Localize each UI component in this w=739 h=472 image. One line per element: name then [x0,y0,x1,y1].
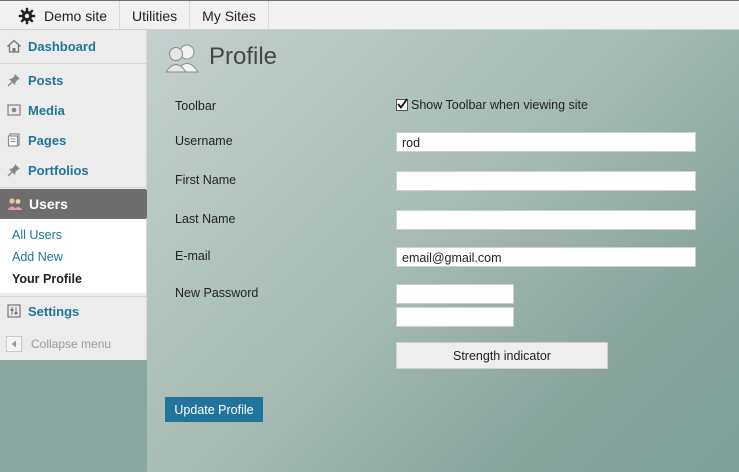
sidebar-item-settings[interactable]: Settings [0,296,146,325]
submenu-your-profile[interactable]: Your Profile [12,272,82,286]
collapse-menu-button[interactable]: Collapse menu [0,327,146,360]
confirm-password-field[interactable] [396,307,514,327]
last-name-label: Last Name [175,212,236,226]
email-field[interactable]: email@gmail.com [396,247,696,267]
users-icon [7,197,23,211]
page-title: Profile [209,43,278,70]
sidebar-item-media[interactable]: Media [0,97,146,123]
toolbar-checkbox[interactable] [396,98,408,111]
menu-separator [0,187,146,188]
last-name-field[interactable] [396,210,696,230]
menu-separator [0,63,146,64]
sidebar-item-label: Users [29,196,68,212]
new-password-label: New Password [175,286,259,300]
submenu-add-new[interactable]: Add New [12,250,63,264]
collapse-arrow-icon [6,335,22,352]
admin-bar: Demo site Utilities My Sites [0,0,739,30]
submenu-all-users[interactable]: All Users [12,228,62,242]
username-label: Username [175,134,233,148]
gear-icon [18,7,36,25]
strength-indicator: Strength indicator [396,342,608,369]
admin-bar-site[interactable]: Demo site [0,1,121,30]
sidebar-item-label: Pages [28,132,67,148]
admin-bar-utilities[interactable]: Utilities [120,1,191,30]
users-submenu: All Users Add New Your Profile [0,219,146,293]
toolbar-checkbox-label[interactable]: Show Toolbar when viewing site [411,98,588,112]
first-name-label: First Name [175,173,237,187]
sidebar-item-label: Settings [28,303,80,319]
sidebar-item-label: Posts [28,72,64,88]
sidebar-item-dashboard[interactable]: Dashboard [0,32,146,60]
sidebar-item-posts[interactable]: Posts [0,67,146,93]
first-name-field[interactable] [396,171,696,191]
admin-bar-my-sites[interactable]: My Sites [190,1,269,30]
profile-icon [165,43,199,73]
settings-icon [7,304,21,318]
main-content: Profile Toolbar Show Toolbar when viewin… [147,30,739,472]
collapse-label: Collapse menu [31,336,112,351]
dashboard-icon [6,39,22,53]
username-field[interactable]: rod [396,132,696,152]
media-icon [7,103,21,117]
toolbar-option: Show Toolbar when viewing site [396,98,588,112]
pages-icon [7,133,21,147]
sidebar-item-label: Dashboard [28,38,96,54]
sidebar-item-pages[interactable]: Pages [0,127,146,153]
pin-icon [7,163,21,177]
email-label: E-mail [175,249,211,263]
site-name: Demo site [44,7,108,24]
sidebar-item-portfolios[interactable]: Portfolios [0,157,146,183]
new-password-field[interactable] [396,284,514,304]
toolbar-label: Toolbar [175,99,216,113]
pin-icon [7,73,21,87]
update-profile-button[interactable]: Update Profile [165,397,263,422]
sidebar-item-label: Media [28,102,65,118]
sidebar-item-users[interactable]: Users [0,189,146,219]
sidebar-item-label: Portfolios [28,162,89,178]
